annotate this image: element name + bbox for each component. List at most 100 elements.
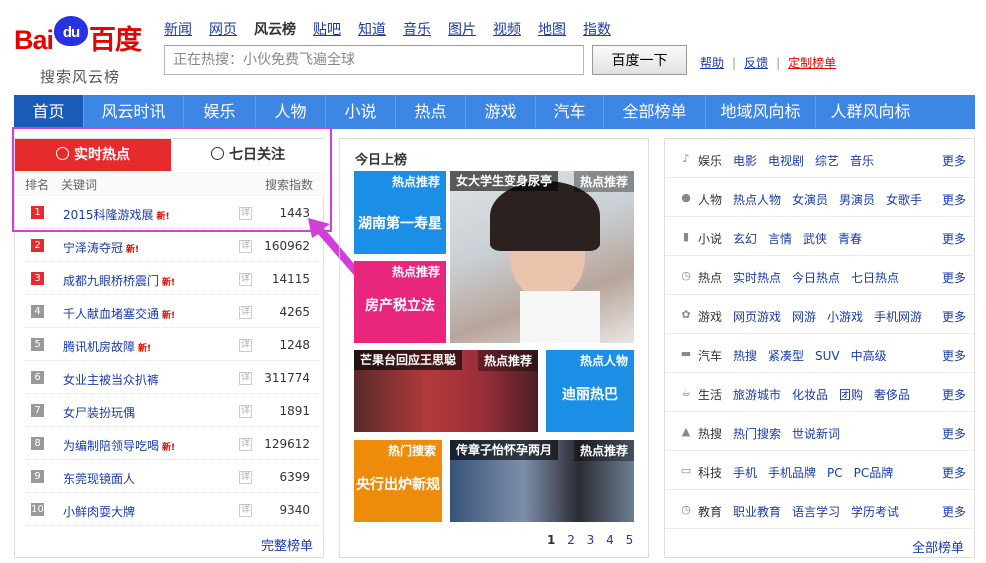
- topnav-video[interactable]: 视频: [493, 19, 521, 39]
- list-item[interactable]: 3 成都九眼桥桥震门 新! 详 14115: [25, 262, 320, 295]
- category-link[interactable]: 七日热点: [851, 271, 899, 285]
- detail-icon[interactable]: 详: [239, 405, 252, 418]
- category-link[interactable]: 女歌手: [886, 193, 922, 207]
- custom-list-link[interactable]: 定制榜单: [788, 56, 836, 70]
- category-link[interactable]: 热搜: [733, 349, 757, 363]
- category-link[interactable]: 言情: [768, 232, 792, 246]
- topnav-index[interactable]: 指数: [583, 19, 611, 39]
- category-link[interactable]: 实时热点: [733, 271, 781, 285]
- tile-property-tax[interactable]: 热点推荐 房产税立法: [354, 261, 446, 343]
- nav-crowd[interactable]: 人群风向标: [816, 95, 925, 129]
- category-link[interactable]: 职业教育: [733, 505, 781, 519]
- nav-games[interactable]: 游戏: [466, 95, 536, 129]
- more-link[interactable]: 更多: [942, 503, 966, 520]
- category-link[interactable]: 紧凑型: [768, 349, 804, 363]
- category-link[interactable]: SUV: [815, 349, 840, 363]
- category-link[interactable]: 青春: [838, 232, 862, 246]
- category-link[interactable]: 热门搜索: [733, 427, 781, 441]
- detail-icon[interactable]: 详: [239, 339, 252, 352]
- category-link[interactable]: 奢侈品: [874, 388, 910, 402]
- search-button[interactable]: 百度一下: [592, 45, 687, 75]
- tile-wang-sicong[interactable]: 芒果台回应王思聪 热点推荐: [354, 350, 538, 432]
- tile-zhang-ziyi[interactable]: 传章子怡怀孕两月 热点推荐: [450, 440, 634, 522]
- tile-student[interactable]: 女大学生变身尿亭 热点推荐: [450, 171, 634, 343]
- category-link[interactable]: 旅游城市: [733, 388, 781, 402]
- category-link[interactable]: 今日热点: [792, 271, 840, 285]
- keyword-link[interactable]: 女尸装扮玩偶: [63, 404, 135, 421]
- detail-icon[interactable]: 详: [239, 471, 252, 484]
- category-link[interactable]: 电影: [733, 154, 757, 168]
- more-link[interactable]: 更多: [942, 425, 966, 442]
- category-link[interactable]: 小游戏: [827, 310, 863, 324]
- detail-icon[interactable]: 详: [239, 273, 252, 286]
- category-link[interactable]: 热点人物: [733, 193, 781, 207]
- feedback-link[interactable]: 反馈: [744, 56, 768, 70]
- more-link[interactable]: 更多: [942, 464, 966, 481]
- category-link[interactable]: 手机: [733, 466, 757, 480]
- topnav-web[interactable]: 网页: [209, 19, 237, 39]
- list-item[interactable]: 2 宁泽涛夺冠 新! 详 160962: [25, 229, 320, 262]
- nav-cars[interactable]: 汽车: [536, 95, 604, 129]
- category-link[interactable]: 网游: [792, 310, 816, 324]
- tile-longevity[interactable]: 热点推荐 湖南第一寿星: [354, 171, 446, 254]
- detail-icon[interactable]: 详: [239, 240, 252, 253]
- tile-dilraba[interactable]: 热点人物 迪丽热巴: [546, 350, 634, 432]
- list-item[interactable]: 5 腾讯机房故障 新! 详 1248: [25, 328, 320, 361]
- nav-region[interactable]: 地域风向标: [706, 95, 816, 129]
- keyword-link[interactable]: 宁泽涛夺冠 新!: [63, 239, 139, 256]
- baidu-logo[interactable]: Bai du 百度 搜索风云榜: [14, 16, 154, 86]
- more-link[interactable]: 更多: [942, 347, 966, 364]
- page-4[interactable]: 4: [606, 533, 614, 547]
- category-link[interactable]: PC: [827, 466, 843, 480]
- topnav-news[interactable]: 新闻: [164, 19, 192, 39]
- list-item[interactable]: 4 千人献血堵塞交通 新! 详 4265: [25, 295, 320, 328]
- category-link[interactable]: 玄幻: [733, 232, 757, 246]
- full-list-link[interactable]: 完整榜单: [261, 535, 313, 554]
- category-link[interactable]: 女演员: [792, 193, 828, 207]
- category-link[interactable]: 音乐: [850, 154, 874, 168]
- topnav-music[interactable]: 音乐: [403, 19, 431, 39]
- category-link[interactable]: 中高级: [851, 349, 887, 363]
- list-item[interactable]: 9 东莞现镜面人 详 6399: [25, 460, 320, 493]
- detail-icon[interactable]: 详: [239, 306, 252, 319]
- topnav-zhidao[interactable]: 知道: [358, 19, 386, 39]
- more-link[interactable]: 更多: [942, 152, 966, 169]
- list-item[interactable]: 10 小鲜肉耍大牌 详 9340: [25, 493, 320, 526]
- keyword-link[interactable]: 千人献血堵塞交通 新!: [63, 305, 175, 322]
- more-link[interactable]: 更多: [942, 191, 966, 208]
- help-link[interactable]: 帮助: [700, 56, 724, 70]
- category-link[interactable]: 综艺: [815, 154, 839, 168]
- category-link[interactable]: 手机品牌: [768, 466, 816, 480]
- page-3[interactable]: 3: [587, 533, 595, 547]
- list-item[interactable]: 6 女业主被当众扒裤 详 311774: [25, 361, 320, 394]
- category-link[interactable]: 电视剧: [768, 154, 804, 168]
- category-link[interactable]: 团购: [839, 388, 863, 402]
- category-link[interactable]: 语言学习: [792, 505, 840, 519]
- page-5[interactable]: 5: [626, 533, 634, 547]
- detail-icon[interactable]: 详: [239, 504, 252, 517]
- list-item[interactable]: 8 为编制陪领导吃喝 新! 详 129612: [25, 427, 320, 460]
- nav-news[interactable]: 风云时讯: [84, 95, 184, 129]
- more-link[interactable]: 更多: [942, 308, 966, 325]
- category-link[interactable]: 学历考试: [851, 505, 899, 519]
- topnav-map[interactable]: 地图: [538, 19, 566, 39]
- keyword-link[interactable]: 成都九眼桥桥震门 新!: [63, 272, 175, 289]
- category-link[interactable]: 男演员: [839, 193, 875, 207]
- keyword-link[interactable]: 腾讯机房故障 新!: [63, 338, 151, 355]
- page-1[interactable]: 1: [547, 533, 555, 547]
- more-link[interactable]: 更多: [942, 386, 966, 403]
- detail-icon[interactable]: 详: [239, 438, 252, 451]
- nav-home[interactable]: 首页: [14, 95, 84, 129]
- keyword-link[interactable]: 东莞现镜面人: [63, 470, 135, 487]
- more-link[interactable]: 更多: [942, 269, 966, 286]
- category-link[interactable]: 化妆品: [792, 388, 828, 402]
- page-2[interactable]: 2: [567, 533, 575, 547]
- more-link[interactable]: 更多: [942, 230, 966, 247]
- list-item[interactable]: 7 女尸装扮玩偶 详 1891: [25, 394, 320, 427]
- nav-people[interactable]: 人物: [256, 95, 326, 129]
- keyword-link[interactable]: 女业主被当众扒裤: [63, 371, 159, 388]
- topnav-tieba[interactable]: 贴吧: [313, 19, 341, 39]
- topnav-images[interactable]: 图片: [448, 19, 476, 39]
- category-link[interactable]: PC品牌: [854, 466, 894, 480]
- all-lists-link[interactable]: 全部榜单: [912, 537, 964, 556]
